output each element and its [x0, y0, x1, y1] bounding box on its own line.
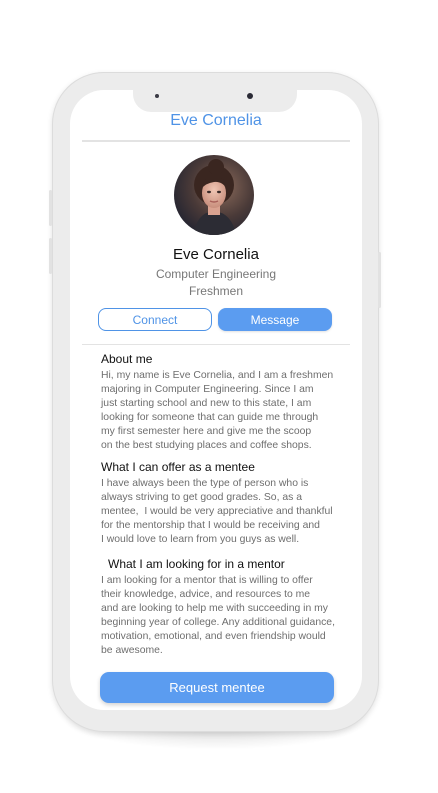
about-line: looking for someone that can guide me th…	[101, 412, 319, 424]
phone-side-button	[49, 190, 52, 226]
looking-line: their knowledge, advice, and resources t…	[101, 589, 311, 601]
about-line: Hi, my name is Eve Cornelia, and I am a …	[101, 370, 334, 381]
looking-line: motivation, emotional, and even friendsh…	[101, 631, 326, 643]
about-line: on the best studying places and coffee s…	[101, 440, 312, 452]
sensor-icon	[155, 94, 159, 98]
profile-year: Freshmen	[188, 284, 244, 298]
about-line: majoring in Computer Engineering. Since …	[101, 384, 314, 396]
looking-line: and are looking to help me with succeedi…	[101, 603, 328, 615]
header-title: Eve Cornelia	[170, 112, 262, 129]
section-divider	[82, 344, 350, 345]
looking-text: I am looking for a mentor that is willin…	[101, 574, 335, 659]
header-divider	[82, 140, 350, 142]
about-line: my first semester here and give me the s…	[101, 426, 312, 438]
offer-line: I would love to learn from you guys as w…	[101, 534, 300, 546]
message-button[interactable]: Message	[218, 308, 332, 331]
avatar	[174, 155, 254, 235]
about-text: Hi, my name is Eve Cornelia, and I am a …	[101, 369, 333, 454]
avatar-image	[174, 155, 254, 235]
phone-side-button	[49, 238, 52, 274]
offer-line: for the mentorship that I would be recei…	[101, 520, 320, 532]
offer-line: always striving to get good grades. So, …	[101, 492, 302, 504]
looking-heading: What I am looking for in a mentor	[108, 557, 285, 571]
phone-screen: Eve Cornelia Eve Cornelia Computer Engin…	[70, 90, 362, 710]
looking-line: be awesome.	[101, 645, 163, 657]
profile-major: Computer Engineering	[155, 267, 277, 281]
offer-heading: What I can offer as a mentee	[101, 460, 255, 474]
about-line: just starting school and new to this sta…	[101, 398, 312, 410]
offer-line: I have always been the type of person wh…	[101, 478, 309, 489]
phone-notch	[133, 86, 297, 112]
looking-line: beginning year of college. Any additiona…	[101, 617, 335, 629]
camera-icon	[247, 93, 253, 99]
phone-side-button	[378, 252, 381, 308]
connect-button[interactable]: Connect	[98, 308, 212, 331]
profile-name: Eve Cornelia	[173, 246, 259, 263]
looking-line: I am looking for a mentor that is willin…	[101, 575, 313, 586]
offer-text: I have always been the type of person wh…	[101, 477, 333, 547]
offer-line: mentee, I would be very appreciative and…	[101, 506, 333, 518]
request-mentee-button[interactable]: Request mentee	[100, 672, 334, 703]
about-heading: About me	[101, 352, 153, 366]
